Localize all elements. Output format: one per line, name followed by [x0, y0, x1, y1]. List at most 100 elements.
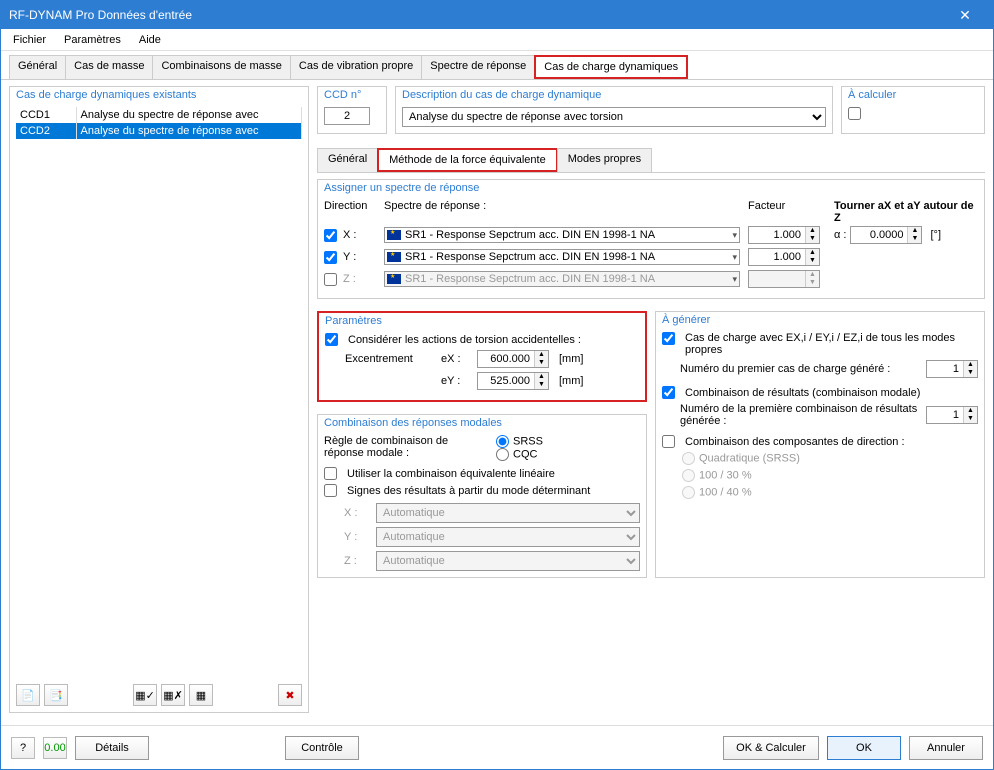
modal-combo-group: Combinaison des réponses modales Règle d… — [317, 414, 647, 578]
first-lc-spinner[interactable]: ▲▼ — [926, 360, 978, 378]
chevron-down-icon: ▾ — [732, 230, 737, 241]
existing-cases-group: Cas de charge dynamiques existants CCD1 … — [9, 86, 309, 713]
main-tabs: Général Cas de masse Combinaisons de mas… — [1, 51, 993, 80]
eccentricity-label: Excentrement — [345, 353, 435, 365]
modal-combo-title: Combinaison des réponses modales — [318, 415, 646, 431]
eu-flag-icon — [387, 252, 401, 262]
tab-mass-cases[interactable]: Cas de masse — [65, 55, 153, 79]
dir-z-label: Z : — [343, 273, 356, 285]
window-title: RF-DYNAM Pro Données d'entrée — [9, 8, 192, 22]
dir-quad-radio — [682, 452, 695, 465]
tab-general[interactable]: Général — [9, 55, 66, 79]
spectrum-z-select: SR1 - Response Sepctrum acc. DIN EN 1998… — [384, 271, 740, 287]
tab-mass-combos[interactable]: Combinaisons de masse — [152, 55, 290, 79]
first-rc-label: Numéro de la première combinaison de rés… — [680, 403, 920, 427]
description-group: Description du cas de charge dynamique A… — [395, 86, 833, 134]
eu-flag-icon — [387, 274, 401, 284]
list-item[interactable]: CCD1 Analyse du spectre de réponse avec — [16, 107, 302, 123]
subtab-modes[interactable]: Modes propres — [557, 148, 652, 172]
axis-z-select: Automatique — [376, 551, 640, 571]
units-icon[interactable]: 0.00 — [43, 737, 67, 759]
chevron-down-icon: ▾ — [732, 274, 737, 285]
header-spectrum: Spectre de réponse : — [384, 200, 740, 224]
ccd-number-title: CCD n° — [318, 87, 386, 103]
list-item[interactable]: CCD2 Analyse du spectre de réponse avec — [16, 123, 302, 139]
spectrum-y-select[interactable]: SR1 - Response Sepctrum acc. DIN EN 1998… — [384, 249, 740, 265]
header-factor: Facteur — [748, 200, 826, 224]
ok-button[interactable]: OK — [827, 736, 901, 760]
dir-10040-radio — [682, 486, 695, 499]
menu-file[interactable]: Fichier — [5, 32, 54, 48]
menu-help[interactable]: Aide — [131, 32, 169, 48]
details-button[interactable]: Détails — [75, 736, 149, 760]
copy-icon[interactable]: 📑 — [44, 684, 68, 706]
first-rc-spinner[interactable]: ▲▼ — [926, 406, 978, 424]
torsion-label: Considérer les actions de torsion accide… — [348, 334, 581, 346]
signs-label: Signes des résultats à partir du mode dé… — [347, 485, 590, 497]
to-calculate-checkbox[interactable] — [848, 107, 861, 120]
alpha-unit: [°] — [930, 229, 941, 241]
eu-flag-icon — [387, 230, 401, 240]
check-all-icon[interactable]: ▦✓ — [133, 684, 157, 706]
cqc-radio[interactable] — [496, 448, 509, 461]
generate-group: À générer Cas de charge avec EX,i / EY,i… — [655, 311, 985, 578]
new-icon[interactable]: 📄 — [16, 684, 40, 706]
close-icon[interactable]: ✕ — [945, 7, 985, 24]
gen-resultcombo-checkbox[interactable] — [662, 386, 675, 399]
spectrum-x-select[interactable]: SR1 - Response Sepctrum acc. DIN EN 1998… — [384, 227, 740, 243]
dir-y-checkbox[interactable] — [324, 251, 337, 264]
footer-bar: ? 0.00 Détails Contrôle OK & Calculer OK… — [1, 725, 993, 769]
factor-x-spinner[interactable]: ▲▼ — [748, 226, 820, 244]
parameters-title: Paramètres — [319, 313, 645, 329]
titlebar: RF-DYNAM Pro Données d'entrée ✕ — [1, 1, 993, 29]
gen-loadcase-checkbox[interactable] — [662, 332, 675, 345]
ccd-number-input[interactable] — [324, 107, 370, 125]
parameters-group: Paramètres Considérer les actions de tor… — [317, 311, 647, 402]
linear-combo-checkbox[interactable] — [324, 467, 337, 480]
gen-resultcombo-label: Combinaison de résultats (combinaison mo… — [685, 387, 920, 399]
assign-spectrum-title: Assigner un spectre de réponse — [318, 180, 984, 196]
torsion-checkbox[interactable] — [325, 333, 338, 346]
tab-response-spectrum[interactable]: Spectre de réponse — [421, 55, 535, 79]
tab-dynamic-load-cases[interactable]: Cas de charge dynamiques — [534, 55, 688, 79]
dir-z-checkbox[interactable] — [324, 273, 337, 286]
existing-cases-title: Cas de charge dynamiques existants — [10, 87, 308, 103]
help-icon[interactable]: ? — [11, 737, 35, 759]
header-direction: Direction — [324, 200, 376, 224]
dir-x-label: X : — [343, 229, 356, 241]
subtab-equiv-force[interactable]: Méthode de la force équivalente — [377, 148, 558, 172]
first-lc-label: Numéro du premier cas de charge généré : — [680, 363, 920, 375]
select-icon[interactable]: ▦ — [189, 684, 213, 706]
header-rotate: Tourner aX et aY autour de Z — [834, 200, 974, 224]
dir-y-label: Y : — [343, 251, 356, 263]
gen-loadcase-label: Cas de charge avec EX,i / EY,i / EZ,i de… — [685, 332, 978, 356]
dir-x-checkbox[interactable] — [324, 229, 337, 242]
ey-spinner[interactable]: ▲▼ — [477, 372, 549, 390]
menubar: Fichier Paramètres Aide — [1, 29, 993, 51]
assign-spectrum-group: Assigner un spectre de réponse Direction… — [317, 179, 985, 299]
signs-checkbox[interactable] — [324, 484, 337, 497]
ccd-number-group: CCD n° — [317, 86, 387, 134]
sub-tabs: Général Méthode de la force équivalente … — [317, 148, 985, 173]
to-calculate-title: À calculer — [842, 87, 984, 103]
axis-y-select: Automatique — [376, 527, 640, 547]
uncheck-all-icon[interactable]: ▦✗ — [161, 684, 185, 706]
axis-x-select: Automatique — [376, 503, 640, 523]
menu-params[interactable]: Paramètres — [56, 32, 129, 48]
control-button[interactable]: Contrôle — [285, 736, 359, 760]
factor-y-spinner[interactable]: ▲▼ — [748, 248, 820, 266]
chevron-down-icon: ▾ — [732, 252, 737, 263]
ok-calculate-button[interactable]: OK & Calculer — [723, 736, 819, 760]
linear-combo-label: Utiliser la combinaison équivalente liné… — [347, 468, 555, 480]
dir-10030-radio — [682, 469, 695, 482]
cancel-button[interactable]: Annuler — [909, 736, 983, 760]
tab-vibration[interactable]: Cas de vibration propre — [290, 55, 422, 79]
dir-combo-checkbox[interactable] — [662, 435, 675, 448]
subtab-general[interactable]: Général — [317, 148, 378, 172]
alpha-spinner[interactable]: ▲▼ — [850, 226, 922, 244]
description-select[interactable]: Analyse du spectre de réponse avec torsi… — [402, 107, 826, 127]
delete-icon[interactable]: ✖ — [278, 684, 302, 706]
srss-radio[interactable] — [496, 435, 509, 448]
ex-spinner[interactable]: ▲▼ — [477, 350, 549, 368]
dir-combo-label: Combinaison des composantes de direction… — [685, 436, 905, 448]
